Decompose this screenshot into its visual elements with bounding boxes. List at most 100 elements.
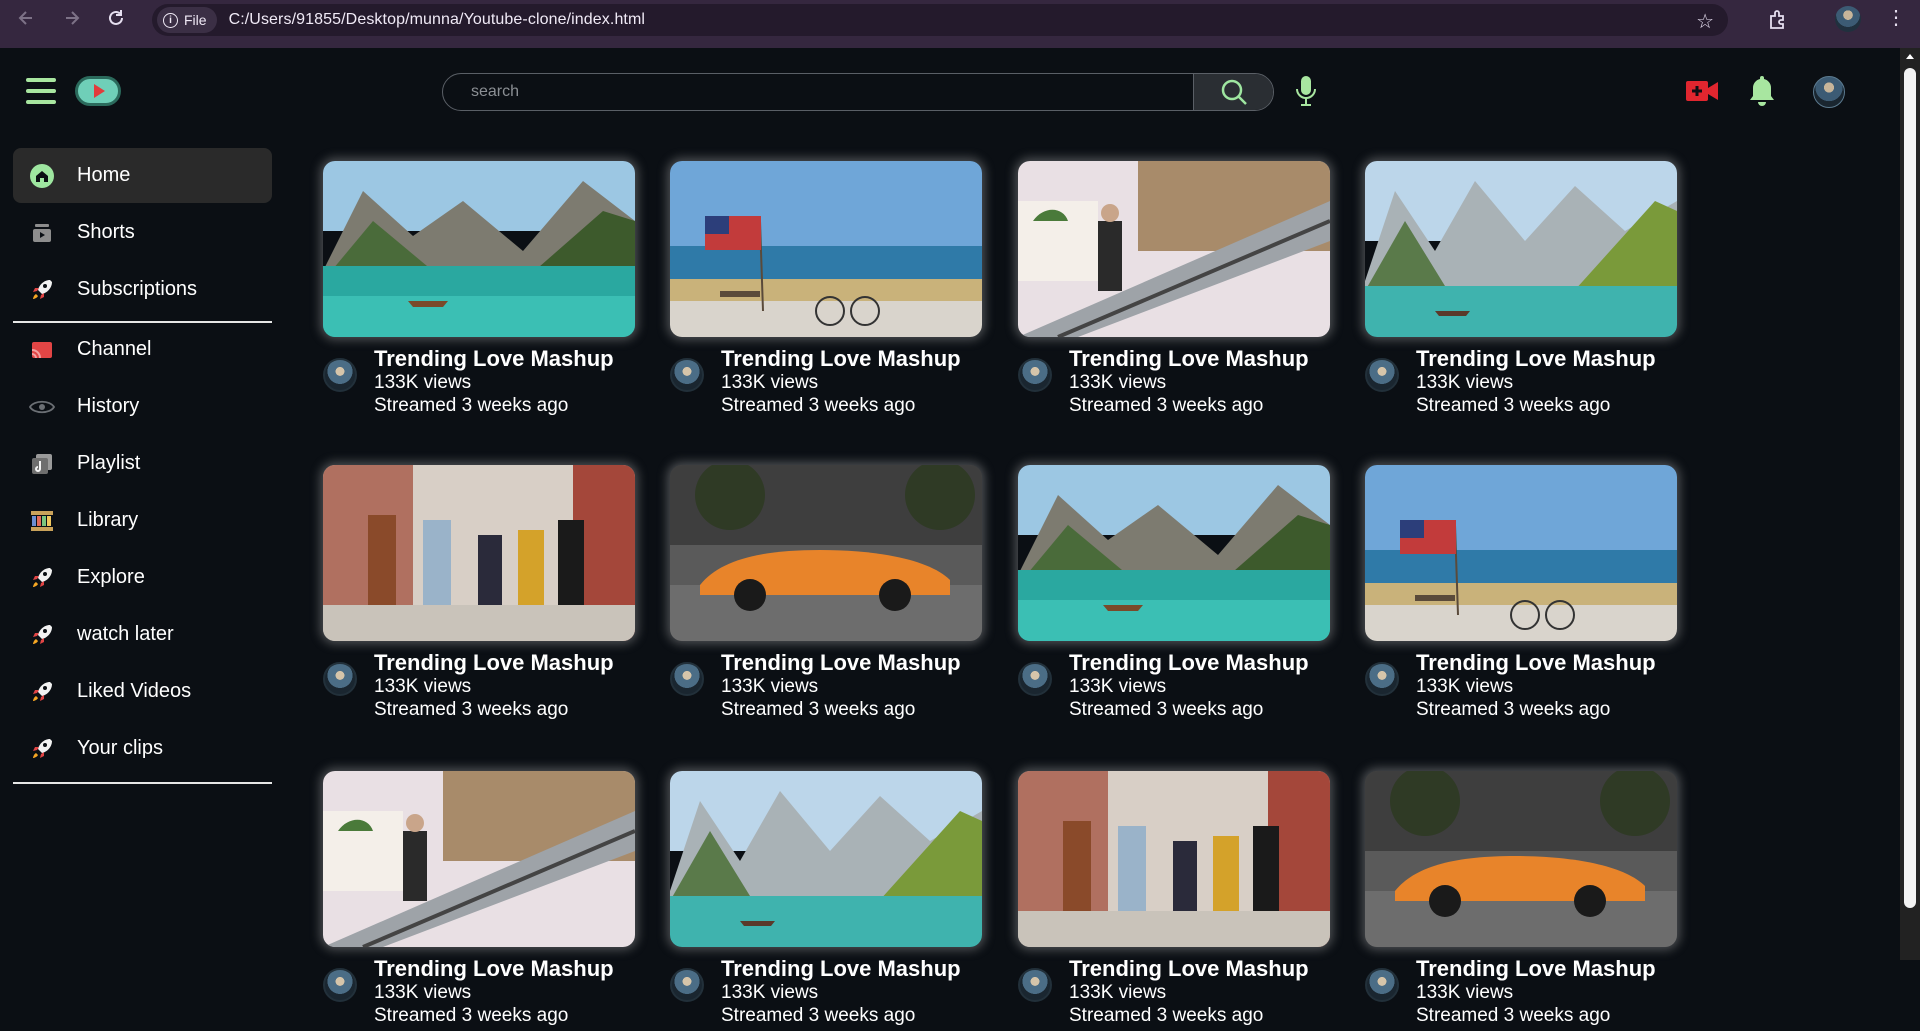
video-card[interactable]: Trending Love Mashup 133K views Streamed… xyxy=(1018,465,1330,725)
channel-avatar[interactable] xyxy=(323,662,357,696)
sidebar-item-your-clips[interactable]: Your clips xyxy=(13,721,272,776)
notifications-icon[interactable] xyxy=(1747,74,1777,106)
home-icon xyxy=(27,161,57,191)
logo[interactable] xyxy=(75,76,121,106)
video-title[interactable]: Trending Love Mashup xyxy=(374,346,614,372)
video-views: 133K views xyxy=(721,676,819,697)
search-button[interactable] xyxy=(1193,74,1273,110)
video-time: Streamed 3 weeks ago xyxy=(1416,395,1611,416)
sidebar-item-explore[interactable]: Explore xyxy=(13,550,272,605)
profile-avatar[interactable] xyxy=(1835,6,1861,32)
video-card[interactable]: Trending Love Mashup 133K views Streamed… xyxy=(670,465,982,725)
app-header xyxy=(0,48,1900,136)
microphone-icon[interactable] xyxy=(1295,75,1317,107)
video-time: Streamed 3 weeks ago xyxy=(1069,1005,1264,1026)
forward-icon[interactable] xyxy=(54,0,90,36)
sidebar-item-subscriptions[interactable]: Subscriptions xyxy=(13,262,272,317)
user-avatar[interactable] xyxy=(1813,76,1845,108)
site-info-chip[interactable]: i File xyxy=(157,7,217,33)
channel-avatar[interactable] xyxy=(1365,358,1399,392)
video-thumbnail[interactable] xyxy=(1018,771,1330,947)
video-views: 133K views xyxy=(1416,372,1514,393)
file-chip-label: File xyxy=(184,12,207,28)
browser-menu-icon[interactable]: ⋮ xyxy=(1886,8,1906,28)
search-input[interactable] xyxy=(443,74,1193,110)
reload-icon[interactable] xyxy=(98,0,134,36)
video-title[interactable]: Trending Love Mashup xyxy=(721,650,961,676)
channel-avatar[interactable] xyxy=(670,662,704,696)
video-views: 133K views xyxy=(1416,676,1514,697)
page-scrollbar[interactable] xyxy=(1900,48,1920,960)
back-icon[interactable] xyxy=(8,0,44,36)
channel-avatar[interactable] xyxy=(1018,358,1052,392)
video-thumbnail[interactable] xyxy=(323,161,635,337)
video-title[interactable]: Trending Love Mashup xyxy=(721,346,961,372)
video-thumbnail[interactable] xyxy=(1365,465,1677,641)
video-thumbnail[interactable] xyxy=(670,161,982,337)
video-card[interactable]: Trending Love Mashup 133K views Streamed… xyxy=(1365,465,1677,725)
sidebar-item-liked-videos[interactable]: Liked Videos xyxy=(13,664,272,719)
sidebar-item-label: Subscriptions xyxy=(77,278,198,300)
video-thumbnail[interactable] xyxy=(1365,771,1677,947)
sidebar: Home Shorts Subscriptions Channel Histor… xyxy=(0,136,290,960)
sidebar-item-label: Playlist xyxy=(77,452,141,474)
video-thumbnail[interactable] xyxy=(1018,465,1330,641)
bookmark-star-icon[interactable]: ☆ xyxy=(1696,9,1714,34)
channel-avatar[interactable] xyxy=(323,358,357,392)
video-title[interactable]: Trending Love Mashup xyxy=(1416,346,1656,372)
video-card[interactable]: Trending Love Mashup 133K views Streamed… xyxy=(323,771,635,1031)
video-thumbnail[interactable] xyxy=(323,771,635,947)
video-thumbnail[interactable] xyxy=(1365,161,1677,337)
video-card[interactable]: Trending Love Mashup 133K views Streamed… xyxy=(670,161,982,421)
video-title[interactable]: Trending Love Mashup xyxy=(1069,346,1309,372)
create-video-icon[interactable] xyxy=(1686,81,1718,101)
shorts-icon xyxy=(27,218,57,248)
video-card[interactable]: Trending Love Mashup 133K views Streamed… xyxy=(670,771,982,1031)
menu-icon[interactable] xyxy=(26,78,56,104)
video-title[interactable]: Trending Love Mashup xyxy=(1416,650,1656,676)
video-card[interactable]: Trending Love Mashup 133K views Streamed… xyxy=(1018,771,1330,1031)
video-card[interactable]: Trending Love Mashup 133K views Streamed… xyxy=(1365,771,1677,1031)
scrollbar-thumb[interactable] xyxy=(1904,68,1916,908)
scroll-up-icon[interactable] xyxy=(1906,54,1914,59)
channel-avatar[interactable] xyxy=(1018,662,1052,696)
rocket-icon xyxy=(27,275,57,305)
video-card[interactable]: Trending Love Mashup 133K views Streamed… xyxy=(1018,161,1330,421)
video-views: 133K views xyxy=(721,372,819,393)
playlist-icon xyxy=(27,449,57,479)
extensions-icon[interactable] xyxy=(1766,8,1790,32)
sidebar-item-library[interactable]: Library xyxy=(13,493,272,548)
channel-avatar[interactable] xyxy=(1018,968,1052,1002)
address-bar[interactable]: i File C:/Users/91855/Desktop/munna/Yout… xyxy=(152,4,1728,36)
video-card[interactable]: Trending Love Mashup 133K views Streamed… xyxy=(323,161,635,421)
video-time: Streamed 3 weeks ago xyxy=(1069,699,1264,720)
sidebar-item-channel[interactable]: Channel xyxy=(13,322,272,377)
video-time: Streamed 3 weeks ago xyxy=(1416,699,1611,720)
channel-avatar[interactable] xyxy=(323,968,357,1002)
info-icon: i xyxy=(163,12,178,28)
video-title[interactable]: Trending Love Mashup xyxy=(1069,650,1309,676)
video-title[interactable]: Trending Love Mashup xyxy=(374,650,614,676)
library-icon xyxy=(27,506,57,536)
channel-avatar[interactable] xyxy=(1365,968,1399,1002)
sidebar-item-shorts[interactable]: Shorts xyxy=(13,205,272,260)
video-thumbnail[interactable] xyxy=(670,771,982,947)
video-thumbnail[interactable] xyxy=(1018,161,1330,337)
video-views: 133K views xyxy=(1069,676,1167,697)
video-thumbnail[interactable] xyxy=(670,465,982,641)
sidebar-item-label: Library xyxy=(77,509,139,531)
channel-avatar[interactable] xyxy=(670,358,704,392)
channel-avatar[interactable] xyxy=(1365,662,1399,696)
video-card[interactable]: Trending Love Mashup 133K views Streamed… xyxy=(1365,161,1677,421)
video-time: Streamed 3 weeks ago xyxy=(374,699,569,720)
sidebar-item-history[interactable]: History xyxy=(13,379,272,434)
video-thumbnail[interactable] xyxy=(323,465,635,641)
sidebar-item-playlist[interactable]: Playlist xyxy=(13,436,272,491)
video-views: 133K views xyxy=(721,982,819,1003)
channel-avatar[interactable] xyxy=(670,968,704,1002)
sidebar-item-label: Explore xyxy=(77,566,145,588)
sidebar-item-home[interactable]: Home xyxy=(13,148,272,203)
video-card[interactable]: Trending Love Mashup 133K views Streamed… xyxy=(323,465,635,725)
sidebar-item-watch-later[interactable]: watch later xyxy=(13,607,272,662)
video-time: Streamed 3 weeks ago xyxy=(721,395,916,416)
